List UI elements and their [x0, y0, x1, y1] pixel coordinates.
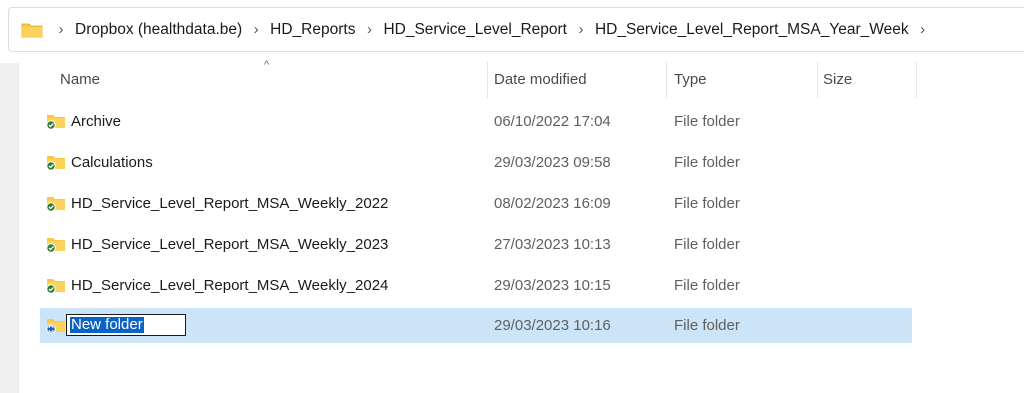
address-bar[interactable]: › Dropbox (healthdata.be) › HD_Reports ›… [8, 7, 1024, 52]
file-type: File folder [674, 236, 740, 253]
folder-icon [21, 22, 43, 38]
file-name: Archive [71, 113, 122, 130]
column-divider[interactable] [916, 62, 917, 98]
file-date-modified: 27/03/2023 10:13 [494, 236, 611, 253]
file-type: File folder [674, 277, 740, 294]
folder-synced-icon [46, 113, 66, 130]
column-divider[interactable] [487, 62, 488, 98]
file-type: File folder [674, 154, 740, 171]
chevron-right-icon[interactable]: › [244, 21, 268, 38]
navigation-pane[interactable] [0, 63, 19, 393]
column-header: ^ Name Date modified Type Size [40, 59, 920, 98]
column-header-date-modified[interactable]: Date modified [494, 62, 587, 98]
breadcrumb-item-service-level-report[interactable]: HD_Service_Level_Report [381, 21, 569, 39]
chevron-right-icon[interactable]: › [357, 21, 381, 38]
file-row-calculations[interactable]: Calculations 29/03/2023 09:58 File folde… [40, 145, 912, 180]
column-divider[interactable] [817, 62, 818, 98]
rename-input[interactable]: New folder [66, 314, 186, 336]
file-row-weekly-2023[interactable]: HD_Service_Level_Report_MSA_Weekly_2023 … [40, 227, 912, 262]
column-header-size[interactable]: Size [823, 62, 852, 98]
file-date-modified: 29/03/2023 10:16 [494, 317, 611, 334]
breadcrumb-item-dropbox[interactable]: Dropbox (healthdata.be) [73, 21, 244, 39]
rename-selected-text[interactable]: New folder [70, 317, 144, 333]
column-header-name[interactable]: Name [60, 62, 100, 98]
file-type: File folder [674, 317, 740, 334]
file-row-weekly-2024[interactable]: HD_Service_Level_Report_MSA_Weekly_2024 … [40, 268, 912, 303]
file-date-modified: 08/02/2023 16:09 [494, 195, 611, 212]
file-row-weekly-2022[interactable]: HD_Service_Level_Report_MSA_Weekly_2022 … [40, 186, 912, 221]
file-type: File folder [674, 195, 740, 212]
file-date-modified: 29/03/2023 10:15 [494, 277, 611, 294]
column-divider[interactable] [666, 62, 667, 98]
chevron-right-icon[interactable]: › [49, 21, 73, 38]
breadcrumb-item-hd-reports[interactable]: HD_Reports [268, 21, 357, 39]
file-row-new-folder[interactable]: New folder 29/03/2023 10:16 File folder [40, 308, 912, 343]
folder-synced-icon [46, 236, 66, 253]
file-row-archive[interactable]: Archive 06/10/2022 17:04 File folder [40, 104, 912, 139]
file-date-modified: 29/03/2023 09:58 [494, 154, 611, 171]
file-name: Calculations [71, 154, 153, 171]
folder-synced-icon [46, 277, 66, 294]
column-header-type[interactable]: Type [674, 62, 707, 98]
folder-synced-icon [46, 195, 66, 212]
chevron-right-icon[interactable]: › [569, 21, 593, 38]
file-date-modified: 06/10/2022 17:04 [494, 113, 611, 130]
file-type: File folder [674, 113, 740, 130]
chevron-right-icon[interactable]: › [911, 21, 935, 38]
folder-syncing-icon [46, 317, 66, 334]
file-name: HD_Service_Level_Report_MSA_Weekly_2024 [71, 277, 389, 294]
file-name: HD_Service_Level_Report_MSA_Weekly_2023 [71, 236, 389, 253]
breadcrumb-item-msa-year-week[interactable]: HD_Service_Level_Report_MSA_Year_Week [593, 21, 911, 39]
sort-ascending-icon: ^ [264, 59, 270, 71]
file-name: HD_Service_Level_Report_MSA_Weekly_2022 [71, 195, 389, 212]
folder-synced-icon [46, 154, 66, 171]
